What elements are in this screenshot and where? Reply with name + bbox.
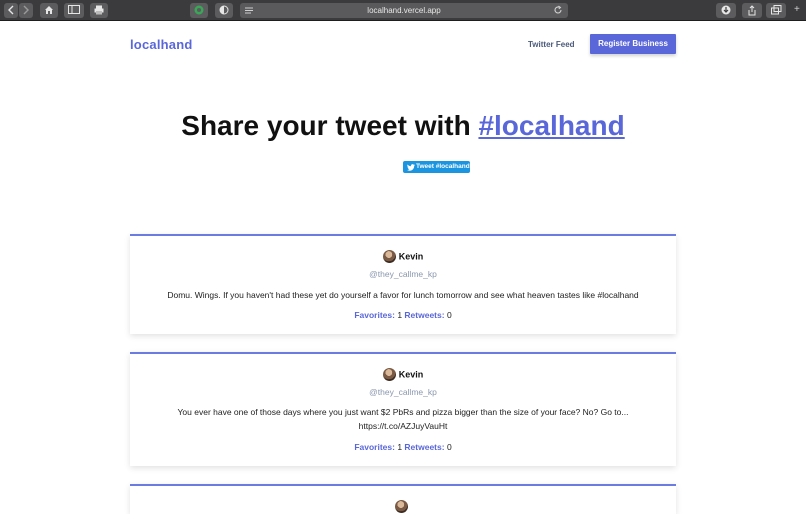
avatar <box>395 500 408 513</box>
extension-icon[interactable] <box>190 3 208 18</box>
avatar <box>382 368 396 381</box>
sidebar-icon[interactable] <box>64 3 84 18</box>
tweet-button[interactable]: Tweet #localhand <box>403 161 470 173</box>
tweet-button-label: Tweet #localhand <box>416 163 470 170</box>
favorites-label: Favorites: <box>354 442 395 452</box>
url-text: localhand.vercel.app <box>367 6 441 15</box>
address-bar[interactable]: localhand.vercel.app <box>240 3 568 18</box>
tweet-text: Domu. Wings. If you haven't had these ye… <box>167 290 639 300</box>
tweet-stats: Favorites: 1 Retweets: 0 <box>130 442 676 452</box>
tabs-icon[interactable] <box>766 3 786 18</box>
browser-toolbar: localhand.vercel.app + <box>0 0 806 21</box>
retweets-label: Retweets: <box>404 442 445 452</box>
retweets-count: 0 <box>446 442 452 452</box>
print-icon[interactable] <box>90 3 108 18</box>
favorites-count: 1 <box>397 442 403 452</box>
twitter-bird-icon <box>407 164 415 171</box>
reader-icon[interactable] <box>215 3 233 18</box>
author-name: Kevin <box>398 369 424 380</box>
tweet-link[interactable]: https://t.co/AZJuyVauHt <box>130 420 676 433</box>
favorites-label: Favorites: <box>354 310 395 320</box>
avatar <box>382 250 396 263</box>
author-handle[interactable]: @they_callme_kp <box>130 269 676 279</box>
hashtag-link[interactable]: #localhand <box>478 110 624 141</box>
tweet-card: Kevin @they_callme_kp You ever have one … <box>130 352 676 466</box>
register-business-button[interactable]: Register Business <box>590 34 676 54</box>
tweet-author: Kevin <box>130 368 676 382</box>
forward-icon[interactable] <box>19 3 33 18</box>
download-icon[interactable] <box>716 3 736 18</box>
author-handle[interactable]: @they_callme_kp <box>130 387 676 397</box>
home-icon[interactable] <box>40 3 58 18</box>
web-page: localhand Twitter Feed Register Business… <box>0 22 806 514</box>
page-menu-icon <box>245 7 253 14</box>
retweets-label: Retweets: <box>404 310 445 320</box>
retweets-count: 0 <box>446 310 452 320</box>
tweet-text: You ever have one of those days where yo… <box>177 407 629 417</box>
reload-icon[interactable] <box>553 5 563 15</box>
tweet-card: Kevin @they_callme_kp Domu. Wings. If yo… <box>130 234 676 334</box>
page-title: Share your tweet with #localhand <box>0 110 806 142</box>
share-icon[interactable] <box>742 3 762 18</box>
tweet-stats: Favorites: 1 Retweets: 0 <box>130 310 676 320</box>
tweet-card <box>130 484 676 514</box>
tweet-author: Kevin <box>130 250 676 264</box>
author-name: Kevin <box>398 251 424 262</box>
site-logo[interactable]: localhand <box>130 37 192 52</box>
back-icon[interactable] <box>4 3 18 18</box>
new-tab-icon[interactable]: + <box>794 5 804 15</box>
tweet-author <box>130 500 676 514</box>
title-prefix: Share your tweet with <box>181 110 479 141</box>
favorites-count: 1 <box>397 310 403 320</box>
twitter-feed-link[interactable]: Twitter Feed <box>528 40 575 49</box>
